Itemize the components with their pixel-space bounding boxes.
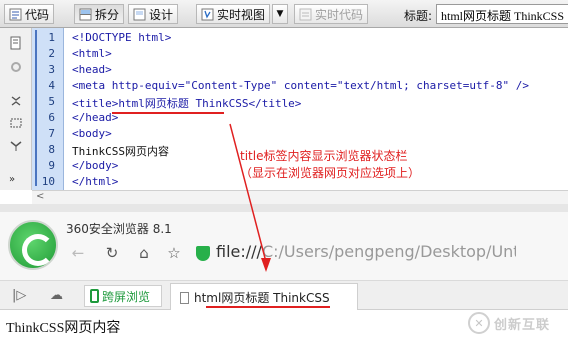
address-bar[interactable]: file:///C:/Users/pengpeng/Desktop/Untitl… [216, 242, 516, 266]
phone-icon [90, 289, 99, 303]
design-view-icon [133, 8, 146, 21]
code-line[interactable]: ThinkCSS网页内容 [72, 143, 169, 159]
code-line[interactable]: </body> [72, 159, 118, 172]
code-view-button[interactable]: 代码 [4, 4, 55, 24]
line-number: 3 [48, 63, 55, 76]
favorite-star-icon[interactable]: ☆ [164, 243, 184, 263]
sidebar-toggle-icon[interactable]: |▷ [12, 288, 26, 303]
line-number: 7 [48, 127, 55, 140]
live-code-icon [299, 8, 312, 21]
title-label: 标题: [404, 9, 433, 23]
annotation-line-2: （显示在浏览器网页对应选项上） [240, 166, 421, 180]
navigation-bar: ← ↻ ⌂ ☆ file:///C:/Users/pengpeng/Deskto… [66, 240, 568, 268]
watermark: ✕ 创新互联 [468, 312, 550, 334]
chevron-down-icon: ▼ [276, 9, 284, 19]
cloud-icon[interactable]: ☁ [50, 288, 63, 303]
address-scheme: file:/// [216, 242, 262, 261]
title-field[interactable]: html网页标题 ThinkCSS [436, 4, 568, 24]
related-files-icon[interactable] [9, 60, 23, 74]
line-number: 9 [48, 159, 55, 172]
editor-horizontal-scrollbar[interactable]: < [32, 190, 568, 204]
annotation-note: title标签内容显示浏览器状态栏 （显示在浏览器网页对应选项上） [240, 148, 420, 182]
security-shield-icon [196, 246, 210, 261]
live-view-icon [201, 8, 214, 21]
line-number: 10 [41, 175, 55, 188]
back-arrow-icon[interactable]: ← [68, 243, 88, 263]
page-icon [180, 291, 189, 304]
split-screen-label: 跨屏浏览 [102, 289, 151, 304]
code-line[interactable]: <!DOCTYPE html> [72, 31, 171, 44]
code-line[interactable]: <body> [72, 127, 112, 140]
line-number: 1 [48, 31, 55, 44]
address-path: C:/Users/pengpeng/Desktop/Untitled-1.h [261, 242, 516, 261]
tab-title-underline [206, 306, 330, 308]
line-number: 4 [48, 79, 55, 92]
browser-app-name: 360安全浏览器 8.1 [66, 222, 172, 236]
home-icon[interactable]: ⌂ [134, 243, 154, 263]
annotation-line-1: title标签内容显示浏览器状态栏 [240, 149, 408, 163]
line-number: 8 [48, 143, 55, 156]
split-view-button[interactable]: 拆分 [74, 4, 125, 24]
expand-all-icon[interactable] [9, 138, 23, 152]
code-line[interactable]: <html> [72, 47, 112, 60]
page-content-text: ThinkCSS网页内容 [6, 321, 121, 336]
split-view-label: 拆分 [95, 7, 120, 22]
line-number-gutter: 1 2 3 4 5 6 7 8 9 10 [32, 28, 64, 190]
code-line[interactable]: <meta http-equiv="Content-Type" content=… [72, 79, 529, 92]
code-view-icon [9, 8, 22, 21]
design-view-label: 设计 [149, 7, 174, 22]
live-view-dropdown[interactable]: ▼ [272, 4, 288, 24]
split-view-icon [79, 8, 92, 21]
live-view-label: 实时视图 [217, 7, 266, 22]
split-screen-button[interactable]: 跨屏浏览 [84, 285, 162, 307]
more-tools-icon[interactable]: » [9, 174, 23, 188]
code-line[interactable]: <head> [72, 63, 112, 76]
browser-logo-icon [8, 220, 58, 270]
line-number: 2 [48, 47, 55, 60]
live-code-label: 实时代码 [315, 7, 364, 22]
dreamweaver-toolbar: 代码 拆分 设计 实时视图 ▼ 实时代码 标题: html网页标题 ThinkC… [0, 0, 568, 28]
collapse-tag-icon[interactable] [9, 94, 23, 108]
live-view-button[interactable]: 实时视图 [196, 4, 271, 24]
line-number: 5 [48, 95, 55, 108]
collapse-selection-icon[interactable] [9, 116, 23, 130]
design-view-button[interactable]: 设计 [128, 4, 179, 24]
title-tag-underline [112, 112, 224, 114]
coding-toolbar: » [0, 28, 32, 190]
code-view-label: 代码 [25, 7, 50, 22]
watermark-logo-icon: ✕ [468, 312, 490, 334]
scroll-left-icon[interactable]: < [36, 191, 44, 202]
selection-marker [35, 30, 37, 186]
refresh-icon[interactable]: ↻ [102, 243, 122, 263]
code-line[interactable]: </html> [72, 175, 118, 188]
code-line[interactable]: <title>html网页标题 ThinkCSS</title> [72, 95, 301, 111]
tab-title: html网页标题 ThinkCSS [194, 291, 330, 305]
watermark-text: 创新互联 [494, 317, 551, 333]
open-documents-icon[interactable] [9, 36, 23, 50]
line-number: 6 [48, 111, 55, 124]
panel-separator [0, 204, 568, 212]
live-code-button[interactable]: 实时代码 [294, 4, 369, 24]
